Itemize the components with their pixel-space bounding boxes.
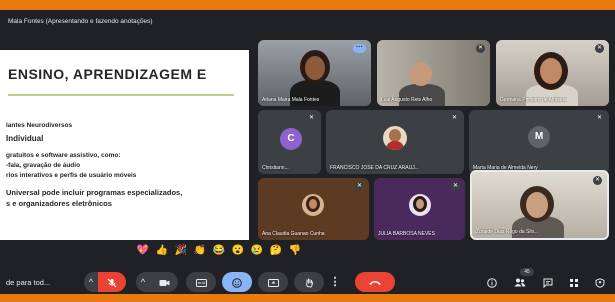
activities-grid-icon <box>570 278 578 287</box>
hang-up-icon <box>369 281 381 286</box>
host-controls-button[interactable] <box>592 272 608 292</box>
more-options-icon[interactable]: ··· <box>353 44 366 53</box>
participant-tile[interactable]: ··· Ariana Maira Mala Fontes <box>258 40 371 106</box>
participant-tile-self[interactable]: ✕ Zoraide Dias Rêgo da Silv... <box>470 170 609 240</box>
slide-line: s e organizadores eletrônicos <box>6 199 112 208</box>
captions-icon <box>195 278 207 287</box>
slide-line: Individual <box>6 134 44 143</box>
reaction-thinking-icon[interactable]: 🤔 <box>269 243 283 259</box>
participant-name: Ana Claudia Guanao Cunha <box>262 231 325 237</box>
participant-tile[interactable]: C ✕ Christiann... <box>258 110 321 174</box>
participant-tile[interactable]: ✕ Luiz Augusto Reis Alho <box>377 40 490 106</box>
avatar <box>302 194 324 216</box>
participant-tile[interactable]: ✕ FRANCISCO JOSÉ DA CRUZ ARAUJ... <box>326 110 464 174</box>
reaction-heart-icon[interactable]: 💖 <box>136 243 150 259</box>
slide-line: -fala, gravação de áudio <box>6 162 81 169</box>
slide-line: Universal pode incluir programas especia… <box>6 188 183 197</box>
reaction-surprised-icon[interactable]: 😮 <box>231 243 245 259</box>
lock-person-icon <box>595 277 605 288</box>
video-options-chevron-icon[interactable]: ^ <box>136 272 150 292</box>
participant-tile[interactable]: ✕ JULIA BARBOSA NEVES <box>374 178 465 240</box>
bottom-accent-bar <box>0 294 615 302</box>
people-icon <box>514 278 526 287</box>
participant-name: Ariana Maira Mala Fontes <box>262 97 320 103</box>
camera-toggle-button[interactable] <box>150 272 178 292</box>
participant-tile[interactable]: M ✕ Marta Maria de Almeida Nery <box>469 110 609 174</box>
slide-divider <box>8 94 234 96</box>
people-button[interactable] <box>512 272 528 292</box>
reaction-clap-icon[interactable]: 👏 <box>193 243 207 259</box>
participant-name: Christiann... <box>262 165 289 171</box>
slide-line: gratuitos e software assistivo, como: <box>6 152 121 159</box>
meeting-info-button[interactable] <box>484 272 500 292</box>
more-options-icon[interactable]: ⋮ <box>328 272 342 292</box>
activities-button[interactable] <box>566 272 582 292</box>
reaction-sad-icon[interactable]: 😢 <box>250 243 264 259</box>
meeting-name: de para tod... <box>6 278 51 287</box>
person-face <box>305 56 325 80</box>
reaction-bar: 💖 👍 🎉 👏 😂 😮 😢 🤔 👎 <box>136 243 302 259</box>
mic-off-icon: ✕ <box>307 114 316 123</box>
mic-toggle-button[interactable] <box>98 272 126 292</box>
top-accent-bar <box>0 0 615 10</box>
emoji-icon <box>232 277 242 288</box>
slide-title: ENSINO, APRENDIZAGEM E <box>8 66 207 82</box>
participant-tile[interactable]: ✕ Germana Pinheiro de Almeida <box>496 40 609 106</box>
mic-off-icon: ✕ <box>595 44 604 53</box>
chat-icon <box>543 278 553 288</box>
slide-line: rios interativos e perfis de usuário móv… <box>6 172 137 179</box>
mic-off-icon: ✕ <box>595 114 604 123</box>
reaction-thumbs-down-icon[interactable]: 👎 <box>288 243 302 259</box>
leave-call-button[interactable] <box>355 272 395 292</box>
camera-icon <box>159 279 169 286</box>
reaction-laugh-icon[interactable]: 😂 <box>212 243 226 259</box>
shared-slide: ENSINO, APRENDIZAGEM E lantes Neurodiver… <box>0 50 249 240</box>
audio-options-chevron-icon[interactable]: ^ <box>84 272 98 292</box>
reaction-thumbs-up-icon[interactable]: 👍 <box>155 243 169 259</box>
present-screen-button[interactable] <box>258 272 288 292</box>
present-screen-icon <box>267 278 279 287</box>
mic-off-icon: ✕ <box>593 176 602 185</box>
slide-line: lantes Neurodiversos <box>6 122 73 129</box>
mic-muted-icon <box>107 278 117 288</box>
person-face <box>410 62 432 86</box>
mic-off-icon: ✕ <box>476 44 485 53</box>
participant-name: JULIA BARBOSA NEVES <box>378 231 435 237</box>
participant-name: Zoraide Dias Rêgo da Silv... <box>476 229 538 235</box>
avatar <box>409 194 431 216</box>
participant-name: Germana Pinheiro de Almeida <box>500 97 567 103</box>
avatar: C <box>280 128 302 150</box>
avatar: M <box>528 126 550 148</box>
reaction-party-icon[interactable]: 🎉 <box>174 243 188 259</box>
person-face <box>540 58 562 84</box>
raise-hand-icon <box>305 278 313 288</box>
raise-hand-button[interactable] <box>294 272 324 292</box>
captions-button[interactable] <box>186 272 216 292</box>
presenter-label: Mala Fontes (Apresentando e fazendo anot… <box>8 18 153 25</box>
participant-name: Luiz Augusto Reis Alho <box>381 97 433 103</box>
chat-button[interactable] <box>540 272 556 292</box>
mic-off-icon: ✕ <box>451 182 460 191</box>
participant-name: FRANCISCO JOSÉ DA CRUZ ARAUJ... <box>330 165 419 171</box>
person-face <box>526 192 548 218</box>
avatar <box>383 126 407 150</box>
send-reaction-button[interactable] <box>222 272 252 292</box>
mic-off-icon: ✕ <box>355 182 364 191</box>
mic-off-icon: ✕ <box>450 114 459 123</box>
info-icon <box>487 277 497 288</box>
participant-tile[interactable]: ✕ Ana Claudia Guanao Cunha <box>258 178 369 240</box>
meet-stage: Mala Fontes (Apresentando e fazendo anot… <box>0 10 615 294</box>
